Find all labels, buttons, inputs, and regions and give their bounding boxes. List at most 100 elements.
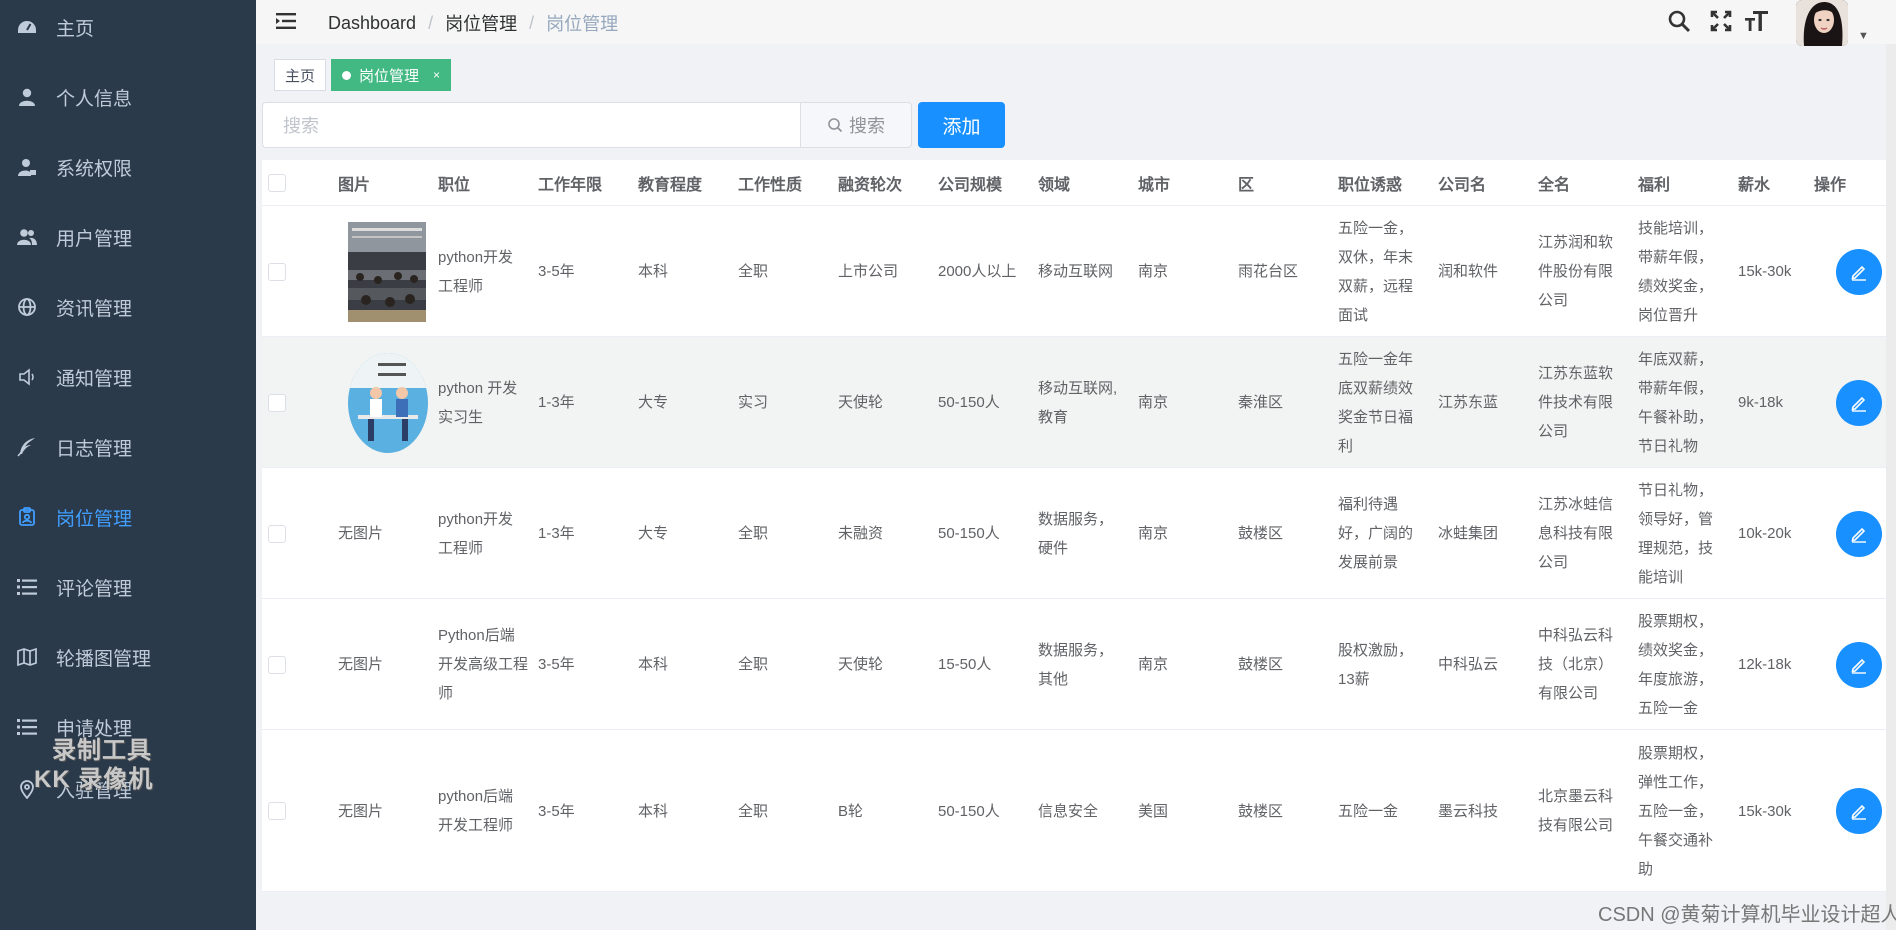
add-button[interactable]: 添加 — [918, 102, 1005, 148]
select-all-checkbox[interactable] — [268, 160, 286, 206]
cell-fullname: 江苏东蓝软件技术有限公司 — [1538, 365, 1614, 440]
sidebar-item-label: 通知管理 — [56, 368, 133, 390]
tag-job-management[interactable]: 岗位管理 × — [331, 59, 452, 91]
sidebar-item-6[interactable]: 日志管理 — [0, 412, 256, 482]
sidebar-item-1[interactable]: 个人信息 — [0, 62, 256, 132]
sidebar-item-2[interactable]: 系统权限 — [0, 132, 256, 202]
action-cell — [1814, 730, 1896, 892]
breadcrumb: Dashboard / 岗位管理 / 岗位管理 — [328, 10, 618, 36]
cell-size: 50-150人 — [938, 802, 1000, 820]
cell-funding: B轮 — [838, 802, 864, 820]
cell-education: 本科 — [638, 802, 669, 820]
scrollbar[interactable] — [1886, 44, 1896, 930]
tag-home[interactable]: 主页 — [274, 59, 327, 91]
cell-years: 1-3年 — [538, 394, 575, 411]
column-header: 教育程度 — [638, 177, 703, 194]
job-image — [348, 221, 426, 322]
cell-city: 美国 — [1138, 802, 1169, 820]
cell-salary: 9k-18k — [1738, 394, 1784, 411]
cell-years: 3-5年 — [538, 263, 575, 280]
cell-size: 50-150人 — [938, 525, 1000, 542]
cell-welfare: 股票期权，弹性工作，五险一金，午餐交通补助 — [1638, 744, 1714, 878]
cell-perks: 五险一金 — [1338, 802, 1399, 820]
cell-title: python开发工程师 — [438, 248, 514, 295]
row-select-cell — [268, 468, 318, 599]
cell-size: 2000人以上 — [938, 263, 1017, 280]
cell-fullname: 江苏润和软件股份有限公司 — [1538, 234, 1614, 309]
table-row[interactable]: python 开发实习生 1-3年 大专 实习 天使轮 50-150人 移动互联网,教育 南京… — [262, 337, 1896, 468]
checkbox[interactable] — [268, 174, 286, 192]
sidebar-item-5[interactable]: 通知管理 — [0, 342, 256, 412]
checkbox[interactable] — [268, 524, 286, 543]
cell-perks: 福利待遇好，广阔的发展前景 — [1338, 496, 1414, 571]
cell-district: 鼓楼区 — [1238, 802, 1284, 820]
checkbox[interactable] — [268, 393, 286, 412]
search-button[interactable]: 搜索 — [800, 102, 912, 148]
hamburger-icon[interactable] — [276, 11, 298, 31]
search-input[interactable]: 搜索 — [262, 102, 800, 148]
cell-funding: 上市公司 — [838, 263, 899, 280]
action-cell — [1814, 599, 1896, 730]
top-navbar: Dashboard / 岗位管理 / 岗位管理 ▼ — [256, 0, 1896, 46]
cell-company: 冰蛙集团 — [1438, 525, 1499, 542]
checkbox[interactable] — [268, 262, 286, 281]
image-cell: 无图片 — [338, 802, 384, 820]
sidebar-item-4[interactable]: 资讯管理 — [0, 272, 256, 342]
table-row[interactable]: python开发工程师 3-5年 本科 全职 上市公司 2000人以上 移动互联网 南京 雨花台… — [262, 206, 1896, 337]
list-icon — [17, 577, 37, 597]
checkbox[interactable] — [268, 802, 286, 820]
breadcrumb-item-dashboard[interactable]: Dashboard — [328, 13, 416, 34]
sidebar-item-label: 日志管理 — [56, 438, 133, 460]
edit-icon — [1851, 804, 1866, 820]
cell-title: python后端开发工程师 — [438, 788, 514, 834]
cell-years: 1-3年 — [538, 525, 575, 542]
dashboard-icon — [17, 17, 37, 37]
search-icon[interactable] — [1666, 8, 1692, 34]
image-cell — [348, 206, 438, 337]
chevron-down-icon[interactable]: ▼ — [1858, 30, 1869, 42]
cell-nature: 全职 — [738, 802, 769, 820]
fullscreen-icon[interactable] — [1708, 8, 1734, 34]
avatar[interactable] — [1796, 0, 1848, 46]
font-size-icon[interactable] — [1744, 8, 1770, 34]
sidebar-item-0[interactable]: 主页 — [0, 0, 256, 62]
edit-icon — [1851, 396, 1866, 412]
cell-funding: 未融资 — [838, 525, 884, 542]
close-icon[interactable]: × — [433, 68, 440, 82]
edit-button[interactable] — [1836, 641, 1882, 688]
edit-button[interactable] — [1836, 248, 1882, 295]
edit-button[interactable] — [1836, 379, 1882, 426]
tag-label: 岗位管理 — [359, 67, 420, 85]
column-header: 薪水 — [1738, 177, 1771, 194]
cell-education: 大专 — [638, 525, 669, 542]
edit-icon — [1851, 658, 1866, 674]
column-header: 福利 — [1638, 177, 1671, 194]
list-icon — [17, 717, 37, 737]
table-row[interactable]: 无图片 python开发工程师 1-3年 大专 全职 未融资 50-150人 数据服务，硬件 南… — [262, 468, 1896, 599]
sidebar-item-label: 用户管理 — [56, 228, 133, 250]
cell-salary: 15k-30k — [1738, 263, 1792, 280]
sidebar-item-7[interactable]: 岗位管理 — [0, 482, 256, 552]
sidebar-item-8[interactable]: 评论管理 — [0, 552, 256, 622]
cell-size: 50-150人 — [938, 394, 1000, 411]
add-button-label: 添加 — [942, 116, 981, 138]
sidebar-item-3[interactable]: 用户管理 — [0, 202, 256, 272]
checkbox[interactable] — [268, 655, 286, 674]
cell-field: 移动互联网 — [1038, 263, 1114, 280]
badge-icon — [17, 507, 37, 527]
edit-button[interactable] — [1836, 788, 1882, 834]
cell-fullname: 中科弘云科技（北京）有限公司 — [1538, 627, 1614, 702]
cell-title: python 开发实习生 — [438, 379, 518, 426]
breadcrumb-item-current: 岗位管理 — [546, 14, 619, 34]
search-icon — [828, 118, 843, 133]
tags-view: 主页 岗位管理 × — [256, 54, 1896, 94]
sidebar-item-9[interactable]: 轮播图管理 — [0, 622, 256, 692]
table-row[interactable]: 无图片 python后端开发工程师 3-5年 本科 全职 B轮 50-150人 信息安全 美国 鼓… — [262, 730, 1896, 892]
action-cell — [1814, 206, 1896, 337]
table-row[interactable]: 无图片 Python后端开发高级工程师 3-5年 本科 全职 天使轮 15-50人 数据服务，… — [262, 599, 1896, 730]
column-header: 领域 — [1038, 177, 1071, 194]
cell-salary: 10k-20k — [1738, 525, 1792, 542]
job-image — [348, 352, 428, 453]
cell-funding: 天使轮 — [838, 394, 884, 411]
edit-button[interactable] — [1836, 510, 1882, 557]
